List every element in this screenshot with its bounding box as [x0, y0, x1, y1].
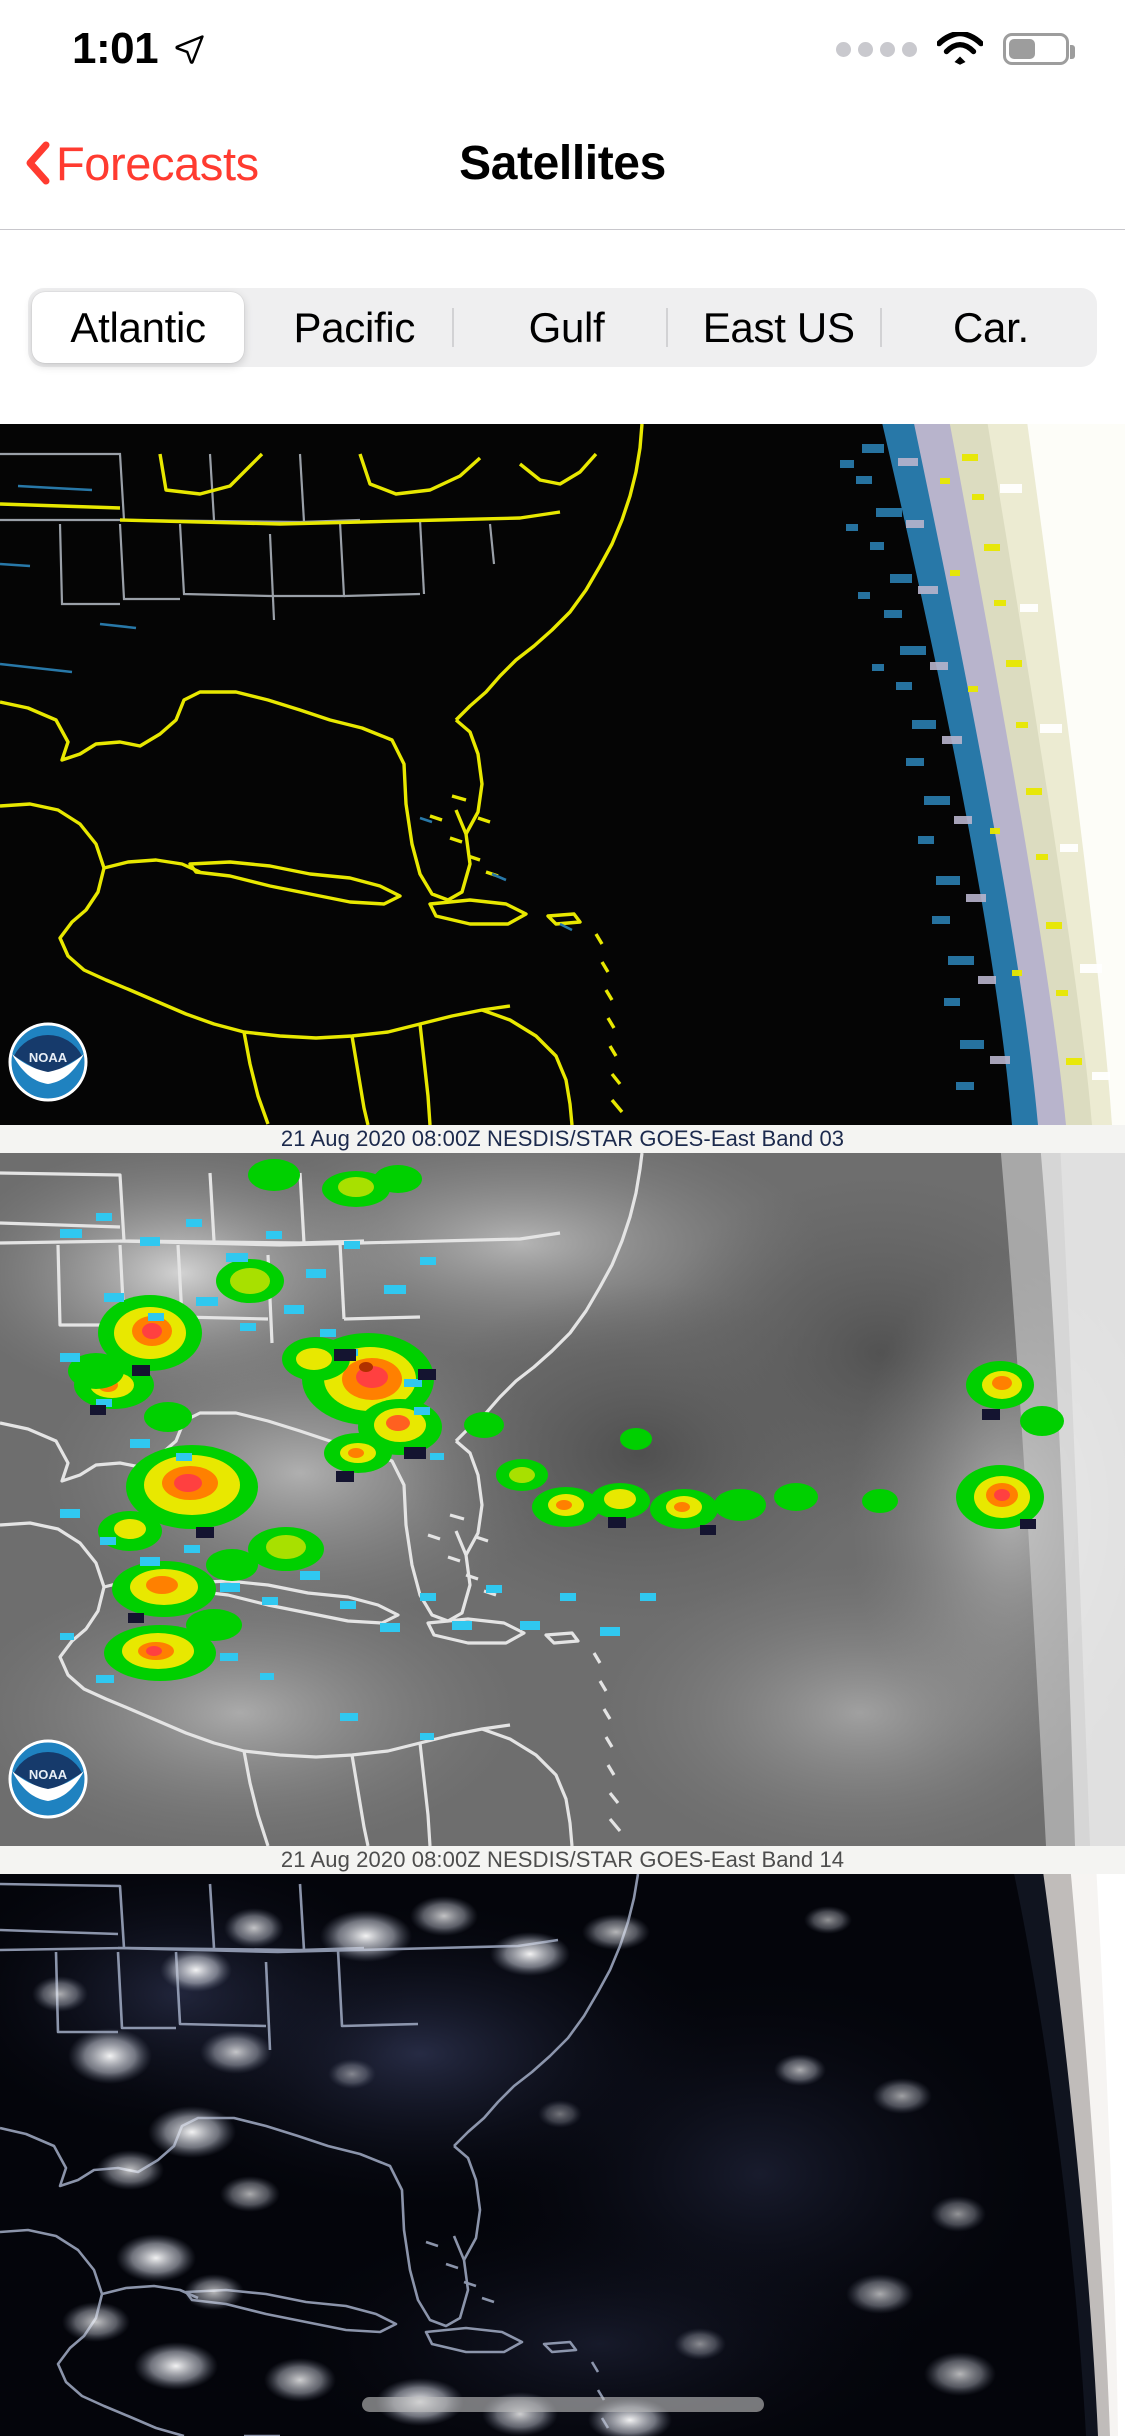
caption-band-band-03: 21 Aug 2020 08:00Z NESDIS/STAR GOES-East…: [0, 1125, 1125, 1153]
satellite-image-list[interactable]: NOAA 21 Aug 2020 08:00Z NESDIS/STAR GOES…: [0, 424, 1125, 2436]
status-bar-clock: 1:01: [72, 24, 159, 73]
tab-caribbean[interactable]: Car.: [885, 288, 1097, 367]
tab-atlantic[interactable]: Atlantic: [32, 292, 245, 363]
band-03-imagery: [0, 424, 1125, 1125]
tab-east-us-label: East US: [702, 303, 855, 351]
tab-east-us[interactable]: East US: [673, 288, 885, 367]
battery-icon: [1003, 33, 1075, 65]
tab-gulf-label: Gulf: [528, 303, 605, 351]
home-indicator[interactable]: [361, 2397, 764, 2412]
status-bar: 1:01: [0, 0, 1125, 98]
tab-pacific[interactable]: Pacific: [248, 288, 460, 367]
cellular-dots-icon: [836, 41, 917, 57]
tab-atlantic-label: Atlantic: [70, 303, 206, 351]
tab-gulf[interactable]: Gulf: [460, 288, 672, 367]
status-bar-right: [836, 32, 1075, 66]
caption-band-band-14: 21 Aug 2020 08:00Z NESDIS/STAR GOES-East…: [0, 1846, 1125, 1874]
segmented-control: Atlantic Pacific Gulf East US Car.: [28, 288, 1097, 367]
band-14-imagery: [0, 1153, 1125, 1846]
satellite-image-night[interactable]: [0, 1874, 1125, 2436]
location-arrow-icon: [172, 32, 206, 66]
caption-band-14: 21 Aug 2020 08:00Z NESDIS/STAR GOES-East…: [280, 1847, 845, 1872]
status-bar-left: 1:01: [72, 27, 206, 71]
tab-caribbean-label: Car.: [953, 303, 1029, 351]
night-imagery: [0, 1874, 1125, 2436]
tab-pacific-label: Pacific: [293, 303, 416, 351]
navigation-bar: Forecasts Satellites: [0, 98, 1125, 230]
caption-band-03: 21 Aug 2020 08:00Z NESDIS/STAR GOES-East…: [280, 1126, 845, 1151]
satellite-image-band-03[interactable]: NOAA: [0, 424, 1125, 1125]
page-title: Satellites: [459, 136, 666, 190]
wifi-icon: [937, 32, 983, 66]
satellite-image-band-14[interactable]: NOAA: [0, 1153, 1125, 1846]
region-selector: Atlantic Pacific Gulf East US Car.: [0, 231, 1125, 424]
